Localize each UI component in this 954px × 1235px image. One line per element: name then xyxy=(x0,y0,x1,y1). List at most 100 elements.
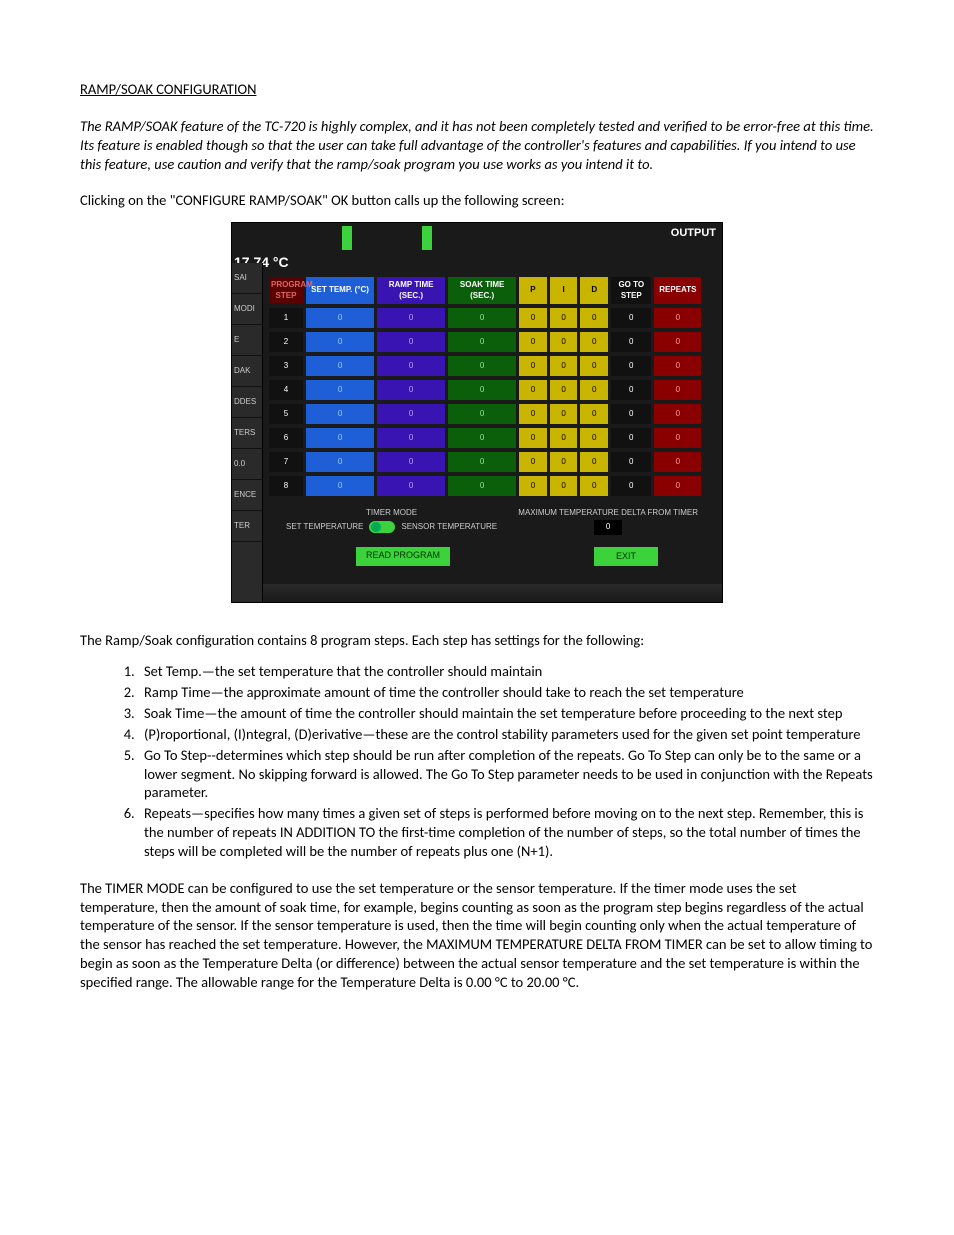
output-label: OUTPUT xyxy=(671,226,716,240)
delta-label: MAXIMUM TEMPERATURE DELTA FROM TIMER xyxy=(518,508,698,518)
col-repeats-header: REPEATS xyxy=(654,277,701,304)
list-item: Go To Step--determines which step should… xyxy=(138,746,874,803)
p-cell[interactable]: 0 xyxy=(519,404,547,424)
repeats-cell[interactable]: 0 xyxy=(654,476,701,496)
i-cell[interactable]: 0 xyxy=(550,332,578,352)
table-row: 800000000 xyxy=(269,476,715,496)
table-row: 100000000 xyxy=(269,308,715,328)
settemp-cell[interactable]: 0 xyxy=(306,380,374,400)
goto-cell[interactable]: 0 xyxy=(611,452,651,472)
col-step-header: PROGRAM STEP xyxy=(269,277,303,304)
exit-button[interactable]: EXIT xyxy=(594,547,658,567)
p-cell[interactable]: 0 xyxy=(519,380,547,400)
settemp-cell[interactable]: 0 xyxy=(306,476,374,496)
col-goto-header: GO TO STEP xyxy=(611,277,651,304)
sidebar-fragment: ENCE xyxy=(232,480,262,511)
p-cell[interactable]: 0 xyxy=(519,332,547,352)
soak-cell[interactable]: 0 xyxy=(448,356,516,376)
goto-cell[interactable]: 0 xyxy=(611,476,651,496)
sidebar-fragment: DAK xyxy=(232,356,262,387)
timer-mode-block: TIMER MODE SET TEMPERATURE SENSOR TEMPER… xyxy=(286,508,497,535)
settemp-cell[interactable]: 0 xyxy=(306,452,374,472)
step-cell: 8 xyxy=(269,476,303,496)
table-row: 400000000 xyxy=(269,380,715,400)
goto-cell[interactable]: 0 xyxy=(611,404,651,424)
list-item: Set Temp.—the set temperature that the c… xyxy=(138,662,874,681)
goto-cell[interactable]: 0 xyxy=(611,428,651,448)
indicator-bar xyxy=(342,226,352,250)
p-cell[interactable]: 0 xyxy=(519,356,547,376)
soak-cell[interactable]: 0 xyxy=(448,308,516,328)
p-cell[interactable]: 0 xyxy=(519,476,547,496)
i-cell[interactable]: 0 xyxy=(550,308,578,328)
soak-cell[interactable]: 0 xyxy=(448,404,516,424)
table-row: 200000000 xyxy=(269,332,715,352)
repeats-cell[interactable]: 0 xyxy=(654,452,701,472)
p-cell[interactable]: 0 xyxy=(519,308,547,328)
i-cell[interactable]: 0 xyxy=(550,428,578,448)
soak-cell[interactable]: 0 xyxy=(448,428,516,448)
soak-cell[interactable]: 0 xyxy=(448,332,516,352)
repeats-cell[interactable]: 0 xyxy=(654,308,701,328)
ramp-cell[interactable]: 0 xyxy=(377,476,445,496)
settemp-cell[interactable]: 0 xyxy=(306,332,374,352)
sidebar-fragment: SAI xyxy=(232,263,262,294)
settemp-cell[interactable]: 0 xyxy=(306,308,374,328)
i-cell[interactable]: 0 xyxy=(550,476,578,496)
step-cell: 7 xyxy=(269,452,303,472)
steps-intro: The Ramp/Soak configuration contains 8 p… xyxy=(80,631,874,650)
ramp-cell[interactable]: 0 xyxy=(377,428,445,448)
settemp-cell[interactable]: 0 xyxy=(306,404,374,424)
ramp-cell[interactable]: 0 xyxy=(377,308,445,328)
i-cell[interactable]: 0 xyxy=(550,356,578,376)
section-title: RAMP/SOAK CONFIGURATION xyxy=(80,80,874,99)
ramp-cell[interactable]: 0 xyxy=(377,332,445,352)
read-program-button[interactable]: READ PROGRAM xyxy=(356,547,450,567)
list-item: Ramp Time—the approximate amount of time… xyxy=(138,683,874,702)
p-cell[interactable]: 0 xyxy=(519,452,547,472)
repeats-cell[interactable]: 0 xyxy=(654,428,701,448)
list-item: (P)roportional, (I)ntegral, (D)erivative… xyxy=(138,725,874,744)
d-cell[interactable]: 0 xyxy=(580,332,608,352)
ramp-soak-table: PROGRAM STEP SET TEMP. (°C) RAMP TIME (S… xyxy=(266,273,718,500)
goto-cell[interactable]: 0 xyxy=(611,356,651,376)
i-cell[interactable]: 0 xyxy=(550,380,578,400)
col-i-header: I xyxy=(550,277,578,304)
ramp-cell[interactable]: 0 xyxy=(377,404,445,424)
d-cell[interactable]: 0 xyxy=(580,356,608,376)
timer-mode-toggle[interactable] xyxy=(369,521,395,533)
d-cell[interactable]: 0 xyxy=(580,452,608,472)
step-cell: 2 xyxy=(269,332,303,352)
delta-block: MAXIMUM TEMPERATURE DELTA FROM TIMER 0 xyxy=(518,508,698,535)
settemp-cell[interactable]: 0 xyxy=(306,428,374,448)
settemp-cell[interactable]: 0 xyxy=(306,356,374,376)
repeats-cell[interactable]: 0 xyxy=(654,332,701,352)
goto-cell[interactable]: 0 xyxy=(611,380,651,400)
delta-value-field[interactable]: 0 xyxy=(594,520,622,534)
col-settemp-header: SET TEMP. (°C) xyxy=(306,277,374,304)
repeats-cell[interactable]: 0 xyxy=(654,404,701,424)
d-cell[interactable]: 0 xyxy=(580,404,608,424)
goto-cell[interactable]: 0 xyxy=(611,308,651,328)
repeats-cell[interactable]: 0 xyxy=(654,380,701,400)
timer-mode-set-label: SET TEMPERATURE xyxy=(286,522,363,532)
goto-cell[interactable]: 0 xyxy=(611,332,651,352)
repeats-cell[interactable]: 0 xyxy=(654,356,701,376)
d-cell[interactable]: 0 xyxy=(580,308,608,328)
ramp-cell[interactable]: 0 xyxy=(377,452,445,472)
list-item: Repeats—specifies how many times a given… xyxy=(138,804,874,861)
soak-cell[interactable]: 0 xyxy=(448,476,516,496)
i-cell[interactable]: 0 xyxy=(550,404,578,424)
soak-cell[interactable]: 0 xyxy=(448,452,516,472)
d-cell[interactable]: 0 xyxy=(580,476,608,496)
d-cell[interactable]: 0 xyxy=(580,380,608,400)
ramp-cell[interactable]: 0 xyxy=(377,380,445,400)
i-cell[interactable]: 0 xyxy=(550,452,578,472)
table-row: 600000000 xyxy=(269,428,715,448)
p-cell[interactable]: 0 xyxy=(519,428,547,448)
soak-cell[interactable]: 0 xyxy=(448,380,516,400)
d-cell[interactable]: 0 xyxy=(580,428,608,448)
list-item: Soak Time—the amount of time the control… xyxy=(138,704,874,723)
ramp-cell[interactable]: 0 xyxy=(377,356,445,376)
screenshot-footer xyxy=(232,584,722,602)
